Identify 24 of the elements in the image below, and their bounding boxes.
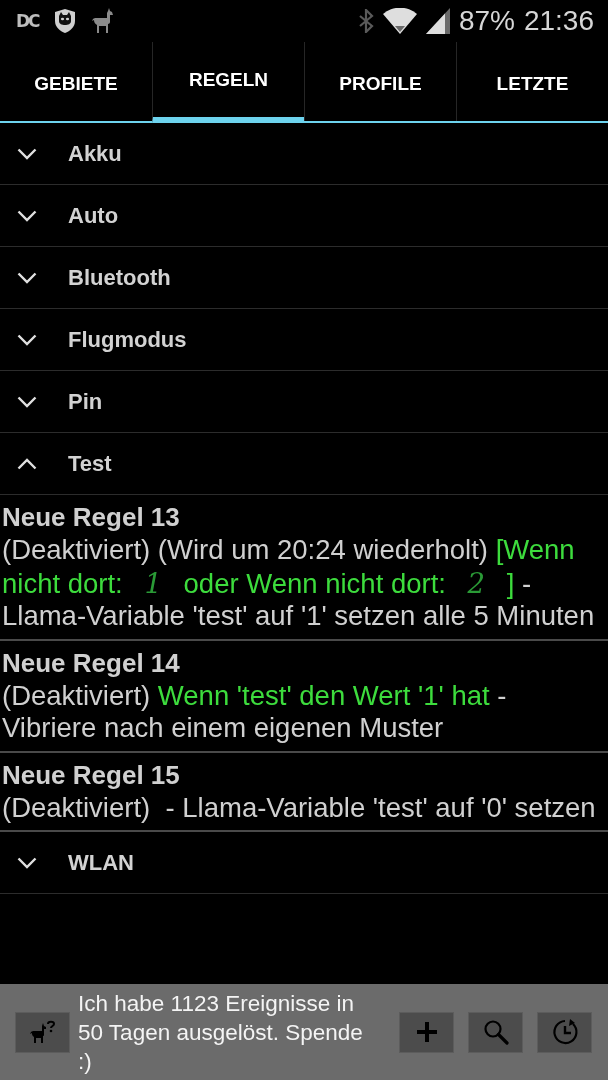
llama-help-button[interactable] bbox=[15, 1011, 70, 1053]
dc-logo: DC bbox=[16, 11, 39, 31]
rule-title[interactable]: Neue Regel 13 bbox=[2, 500, 606, 534]
rule-title[interactable]: Neue Regel 14 bbox=[2, 645, 606, 680]
rule-description: (Deaktiviert) Wenn 'test' den Wert '1' hat - Vibriere nach einem eigenen Muster bbox=[2, 679, 508, 745]
llama-question-icon bbox=[29, 1020, 56, 1044]
plus-icon bbox=[416, 1022, 437, 1042]
rule-title[interactable]: Neue Regel 15 bbox=[2, 757, 606, 792]
wifi-icon bbox=[382, 8, 417, 34]
search-icon bbox=[482, 1019, 509, 1045]
battery-level: 87% bbox=[458, 4, 515, 38]
cell-signal-icon bbox=[425, 8, 450, 34]
rule-description: (Deaktiviert) - Llama-Variable 'test' auf '0' setzen bbox=[2, 791, 597, 824]
add-button[interactable] bbox=[399, 1011, 454, 1053]
history-button[interactable] bbox=[537, 1011, 592, 1053]
clock-arrow-icon bbox=[550, 1018, 579, 1046]
bluetooth-icon bbox=[357, 9, 374, 33]
tab[interactable]: REGELN bbox=[152, 42, 304, 123]
llama-icon bbox=[90, 8, 115, 34]
rule-description: (Deaktiviert) (Wird um 20:24 wiederholt) [Wenn nicht dort: 1 oder Wenn nicht dort: 2 ] - Llama-Variable 'test' auf '1' setzen alle 5 Minuten bbox=[2, 534, 596, 633]
shield-cat-icon bbox=[53, 8, 76, 34]
clock: 21:36 bbox=[523, 4, 594, 38]
search-button[interactable] bbox=[468, 1011, 523, 1053]
donation-message: Ich habe 1123 Ereignisse in 50 Tagen ausgelöst. Spende :) bbox=[78, 989, 364, 1076]
